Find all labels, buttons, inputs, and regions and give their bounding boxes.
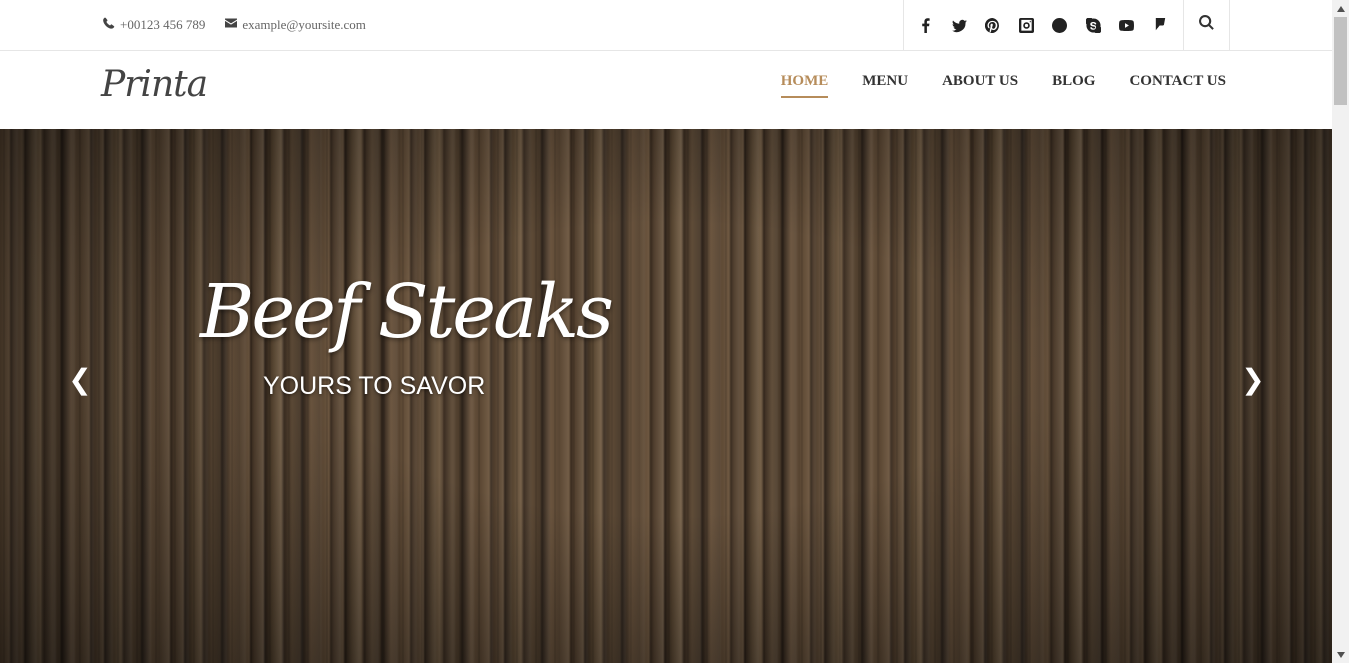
youtube-icon[interactable]: [1110, 0, 1144, 50]
skype-icon[interactable]: [1077, 0, 1111, 50]
nav-blog[interactable]: BLOG: [1052, 73, 1095, 98]
phone-item: +00123 456 789: [103, 17, 205, 33]
nav-about-us[interactable]: ABOUT US: [942, 73, 1018, 98]
site-logo[interactable]: Printa: [101, 64, 208, 105]
instagram-icon[interactable]: [1010, 0, 1044, 50]
contact-info: +00123 456 789 example@yoursite.com: [103, 0, 366, 50]
google-plus-icon[interactable]: [1043, 0, 1077, 50]
page-scrollbar[interactable]: [1332, 0, 1349, 663]
foursquare-icon[interactable]: [1144, 0, 1178, 50]
nav-contact-us[interactable]: CONTACT US: [1129, 73, 1226, 98]
hero-title: Beef Steaks: [200, 269, 614, 355]
slider-next-button[interactable]: ❯: [1238, 359, 1268, 399]
hero-subtitle: YOURS TO SAVOR: [263, 372, 486, 400]
phone-number[interactable]: +00123 456 789: [120, 17, 205, 33]
facebook-icon[interactable]: [909, 0, 943, 50]
site-header: Printa HOME MENU ABOUT US BLOG CONTACT U…: [0, 51, 1332, 129]
nav-home[interactable]: HOME: [780, 73, 829, 98]
scroll-thumb[interactable]: [1334, 17, 1347, 105]
search-icon: [1199, 14, 1214, 35]
email-address[interactable]: example@yoursite.com: [242, 17, 366, 33]
envelope-icon: [225, 17, 238, 33]
main-nav: HOME MENU ABOUT US BLOG CONTACT US: [780, 73, 1226, 98]
slider-prev-button[interactable]: ❮: [65, 359, 95, 399]
email-item: example@yoursite.com: [225, 17, 366, 33]
phone-icon: [103, 17, 115, 33]
twitter-icon[interactable]: [943, 0, 977, 50]
nav-menu[interactable]: MENU: [862, 73, 908, 98]
top-bar: +00123 456 789 example@yoursite.com: [0, 0, 1332, 51]
hero-slider: Beef Steaks YOURS TO SAVOR ❮ ❯: [0, 129, 1332, 663]
pinterest-icon[interactable]: [976, 0, 1010, 50]
search-button[interactable]: [1183, 0, 1230, 50]
social-links: [903, 0, 1230, 50]
scroll-down-arrow-icon[interactable]: [1332, 646, 1349, 663]
scroll-up-arrow-icon[interactable]: [1332, 0, 1349, 17]
